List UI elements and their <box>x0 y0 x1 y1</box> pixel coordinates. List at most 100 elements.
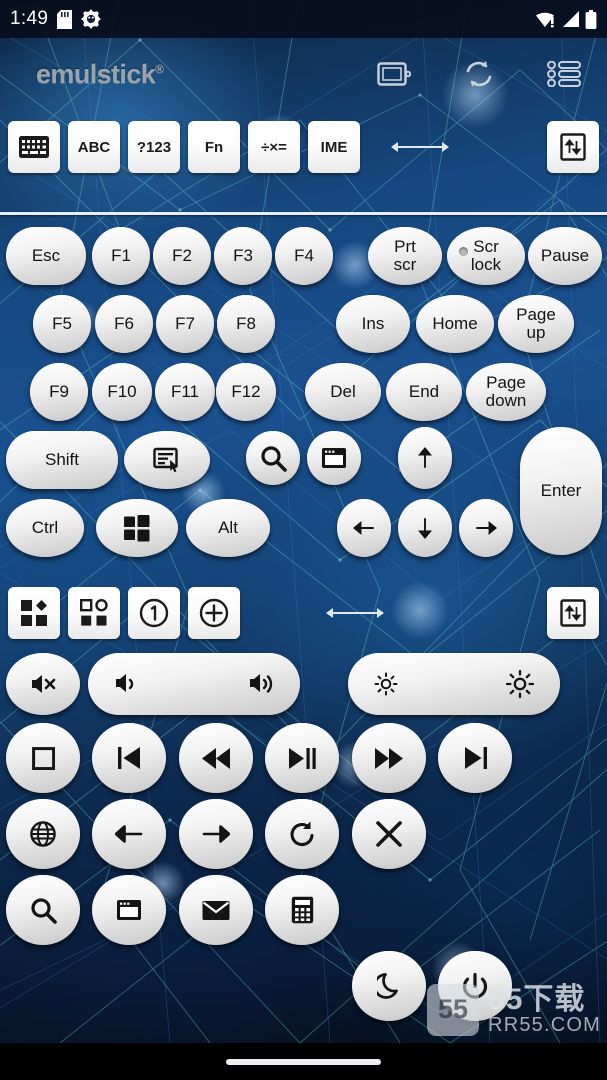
key-previous[interactable] <box>92 723 166 793</box>
key-win[interactable] <box>96 499 178 557</box>
key-alt[interactable]: Alt <box>186 499 270 557</box>
key-fast-forward[interactable] <box>352 723 426 793</box>
emulstick-app: 1:49 emulstick® ABC ?123 Fn ÷×= IME Esc … <box>0 0 607 1080</box>
key-f9[interactable]: F9 <box>30 363 88 421</box>
key-label: Shift <box>44 449 80 469</box>
back-icon <box>115 821 143 847</box>
key-label: Pause <box>540 245 590 265</box>
key-app-calculator[interactable] <box>265 875 339 945</box>
key-browser-home[interactable] <box>6 799 80 869</box>
brightness-up-icon[interactable] <box>506 670 534 698</box>
key-f4[interactable]: F4 <box>275 227 333 285</box>
key-label: F7 <box>175 313 195 333</box>
key-label: F5 <box>52 313 72 333</box>
key-pause[interactable]: Pause <box>528 227 602 285</box>
key-f3[interactable]: F3 <box>214 227 272 285</box>
swap-updown-button[interactable] <box>547 121 599 173</box>
layout-filled-button[interactable] <box>8 587 60 639</box>
key-f6[interactable]: F6 <box>95 295 153 353</box>
key-shift[interactable]: Shift <box>6 431 118 489</box>
key-label: F1 <box>111 245 131 265</box>
key-stop[interactable] <box>6 723 80 793</box>
key-next[interactable] <box>438 723 512 793</box>
math-button[interactable]: ÷×= <box>248 121 300 173</box>
fast-forward-icon <box>374 747 404 770</box>
scroll-lock-led <box>459 247 468 256</box>
horizontal-resize-icon[interactable] <box>324 605 386 621</box>
key-f12[interactable]: F12 <box>216 363 276 421</box>
key-brightness[interactable] <box>348 653 560 715</box>
volume-down-icon[interactable] <box>114 671 136 697</box>
key-back[interactable] <box>92 799 166 869</box>
watermark-subtitle: RR55.COM <box>488 1014 601 1036</box>
key-f8[interactable]: F8 <box>217 295 275 353</box>
key-refresh[interactable] <box>265 799 339 869</box>
key-volume-down[interactable] <box>88 653 300 715</box>
home-indicator[interactable] <box>226 1058 381 1065</box>
arrow-down-icon <box>415 517 435 539</box>
key-end[interactable]: End <box>386 363 462 421</box>
key-search[interactable] <box>246 431 300 485</box>
key-prt-scr[interactable]: Prt scr <box>368 227 442 285</box>
arrow-up-icon <box>415 447 435 469</box>
key-home[interactable]: Home <box>416 295 494 353</box>
key-arrow-down[interactable] <box>398 499 452 557</box>
key-app-browser[interactable] <box>92 875 166 945</box>
key-label: Alt <box>218 517 238 537</box>
key-f7[interactable]: F7 <box>156 295 214 353</box>
ime-button[interactable]: IME <box>308 121 360 173</box>
key-f2[interactable]: F2 <box>153 227 211 285</box>
list-menu-icon[interactable] <box>547 61 581 87</box>
key-ins[interactable]: Ins <box>336 295 410 353</box>
key-label: Ctrl <box>31 517 59 537</box>
key-sleep[interactable] <box>352 951 426 1021</box>
logo-text: emulstick <box>36 58 156 89</box>
abc-button[interactable]: ABC <box>68 121 120 173</box>
fn-button[interactable]: Fn <box>188 121 240 173</box>
arrow-left-icon <box>353 517 375 539</box>
status-bar: 1:49 <box>0 0 607 38</box>
previous-icon <box>117 746 141 770</box>
symbols-button[interactable]: ?123 <box>128 121 180 173</box>
display-icon[interactable] <box>377 61 411 87</box>
key-arrow-up[interactable] <box>398 427 452 489</box>
profile-one-button[interactable] <box>128 587 180 639</box>
key-rewind[interactable] <box>179 723 253 793</box>
key-mute[interactable] <box>6 653 80 715</box>
key-ctrl[interactable]: Ctrl <box>6 499 84 557</box>
key-app-search[interactable] <box>6 875 80 945</box>
key-f1[interactable]: F1 <box>92 227 150 285</box>
sync-icon[interactable] <box>463 59 495 89</box>
key-arrow-left[interactable] <box>337 499 391 557</box>
key-f11[interactable]: F11 <box>155 363 215 421</box>
keyboard-icon-button[interactable] <box>8 121 60 173</box>
volume-up-icon[interactable] <box>248 671 274 697</box>
calculator-icon <box>291 896 314 924</box>
key-f5[interactable]: F5 <box>33 295 91 353</box>
key-play-pause[interactable] <box>265 723 339 793</box>
swap-updown-button-media[interactable] <box>547 587 599 639</box>
key-arrow-right[interactable] <box>459 499 513 557</box>
layout-outline-button[interactable] <box>68 587 120 639</box>
key-label: F2 <box>172 245 192 265</box>
horizontal-resize-icon[interactable] <box>389 139 451 155</box>
key-forward[interactable] <box>179 799 253 869</box>
key-window[interactable] <box>307 431 361 485</box>
key-page-up[interactable]: Page up <box>498 295 574 353</box>
add-profile-button[interactable] <box>188 587 240 639</box>
keyboard-divider <box>0 212 607 215</box>
brightness-down-icon[interactable] <box>374 672 398 696</box>
android-gear-icon <box>81 9 102 29</box>
battery-icon <box>585 9 597 29</box>
key-label: F6 <box>114 313 134 333</box>
key-esc[interactable]: Esc <box>6 227 86 285</box>
key-app-mail[interactable] <box>179 875 253 945</box>
key-scr-lock[interactable]: Scr lock <box>447 227 525 285</box>
key-page-down[interactable]: Page down <box>466 363 546 421</box>
key-enter[interactable]: Enter <box>520 427 602 555</box>
key-del[interactable]: Del <box>305 363 381 421</box>
globe-icon <box>30 821 56 847</box>
key-stop-loading[interactable] <box>352 799 426 869</box>
key-f10[interactable]: F10 <box>92 363 152 421</box>
key-context-menu[interactable] <box>124 431 210 489</box>
